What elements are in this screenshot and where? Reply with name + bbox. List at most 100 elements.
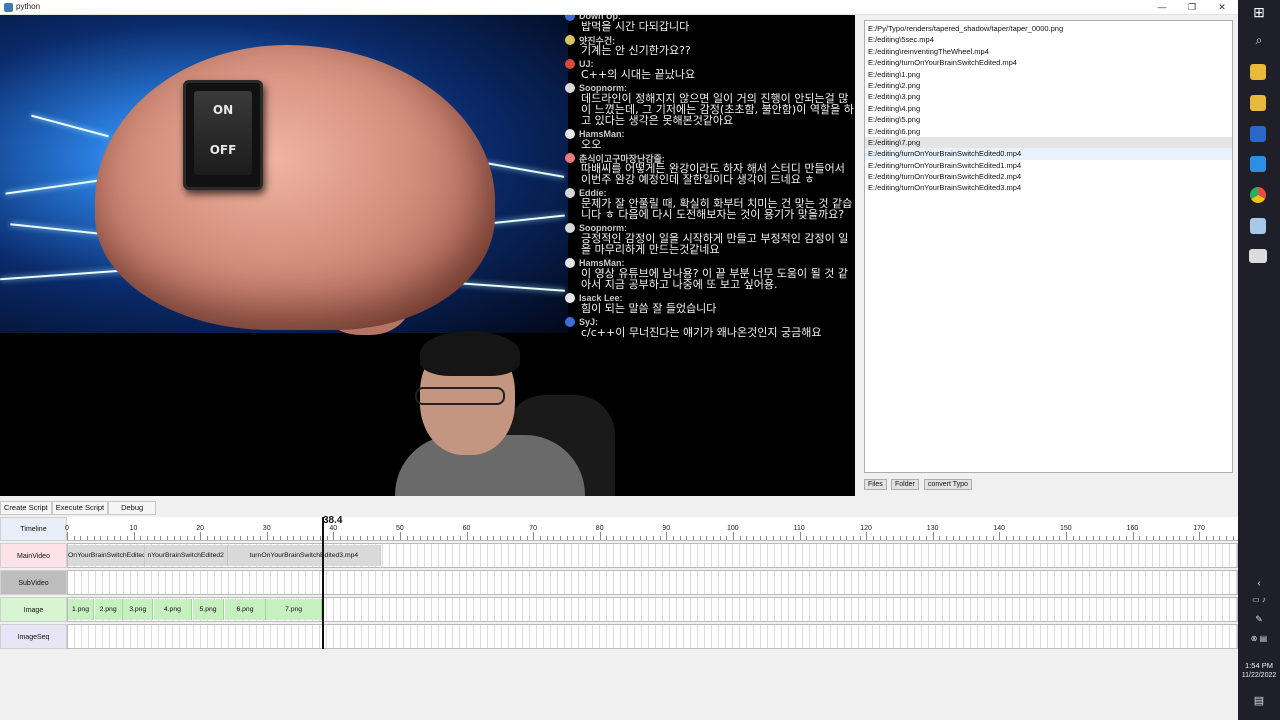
files-button[interactable]: Files	[864, 479, 887, 490]
ruler-tick	[832, 536, 834, 540]
file-list-item[interactable]: E:/editing/turnOnYourBrainSwitchEdited1.…	[865, 160, 1232, 171]
chat-text: 오오	[581, 138, 602, 151]
file-list-item[interactable]: E:/editing\5.png	[865, 114, 1232, 125]
file-list-item[interactable]: E:/editing/turnOnYourBrainSwitchEdited.m…	[865, 57, 1232, 68]
ruler-tick	[1159, 536, 1161, 540]
image-clip[interactable]: 7.png	[266, 599, 322, 620]
ruler-tick	[1105, 536, 1107, 540]
file-list-item[interactable]: E:/editing\3.png	[865, 91, 1232, 102]
file-list-item[interactable]: E:/editing/turnOnYourBrainSwitchEdited3.…	[865, 182, 1232, 193]
ruler-tick	[1125, 536, 1127, 540]
ruler-tick	[86, 536, 88, 540]
convert-typo-button[interactable]: convert Typo	[924, 479, 972, 490]
timeline-ruler[interactable]: 0 10 20 30 40 50 60 70 80 90 100 110 120 130 140 150 160…	[65, 517, 1261, 541]
powershell-icon[interactable]	[1250, 126, 1266, 142]
ruler-tick	[340, 536, 342, 540]
video-preview[interactable]: ON OFF Down Up: 밥먹을 시간 다되갑니다 얏진수건: 기계는 안 신기…	[0, 15, 855, 496]
vscode-icon[interactable]	[1250, 156, 1266, 172]
file-list-item[interactable]: E:/editing\5sec.mp4	[865, 34, 1232, 45]
pen-icon[interactable]: ✎	[1238, 614, 1280, 625]
tab-create-script[interactable]: Create Script	[0, 501, 52, 515]
chat-message: Isack Lee: 힘이 되는 말씀 잘 들었습니다	[565, 293, 855, 314]
ruler-tick	[120, 536, 122, 540]
close-icon[interactable]: ✕	[1215, 1, 1229, 13]
ruler-tick	[666, 532, 668, 540]
ruler-tick	[899, 536, 901, 540]
ruler-tick	[1012, 536, 1014, 540]
restore-icon[interactable]: ❐	[1185, 1, 1199, 13]
ruler-tick	[986, 536, 988, 540]
image-clip[interactable]: 3.png	[123, 599, 154, 620]
tab-execute-script[interactable]: Execute Script	[51, 501, 109, 515]
image-clip[interactable]: 5.png	[192, 599, 225, 620]
chrome-icon[interactable]	[1250, 187, 1266, 203]
chat-overlay: Down Up: 밥먹을 시간 다되갑니다 얏진수건: 기계는 안 신기한가요?? UJ…	[565, 15, 855, 411]
ruler-tick	[360, 536, 362, 540]
file-list[interactable]: E:/Py/Typo/renders/tapered_shadow/taper/…	[864, 20, 1233, 473]
image-clip[interactable]: 1.png	[68, 599, 94, 620]
chat-text: 밥먹을 시간 다되갑니다	[581, 20, 690, 33]
ruler-tick	[972, 536, 974, 540]
clock-time[interactable]: 1:54 PM	[1238, 661, 1280, 670]
ruler-tick	[786, 536, 788, 540]
ruler-tick	[240, 536, 242, 540]
image-clip[interactable]: 4.png	[153, 599, 192, 620]
chat-message: Soopnorm: 긍정적인 감정이 일을 시작하게 만들고 부정적인 감정이 일…	[565, 223, 855, 255]
file-explorer-icon[interactable]	[1250, 64, 1266, 80]
file-list-item[interactable]: E:/editing\7.png	[865, 136, 1232, 149]
timeline-editor[interactable]: Timeline 0 10 20 30 40 50 60 70 80 90 100 110 120 130…	[0, 515, 1261, 649]
ruler-tick	[433, 536, 435, 540]
window-titlebar[interactable]: python — ❐ ✕	[0, 0, 1238, 15]
ruler-tick	[67, 532, 68, 540]
file-list-item[interactable]: E:/editing\reinventingTheWheel.mp4	[865, 46, 1232, 57]
ruler-tick	[393, 536, 395, 540]
ruler-tick	[992, 536, 994, 540]
ruler-tick	[859, 536, 861, 540]
ruler-tick	[419, 536, 421, 540]
notifications-icon[interactable]: ▤	[1238, 694, 1280, 707]
file-list-item[interactable]: E:/editing/turnOnYourBrainSwitchEdited2.…	[865, 171, 1232, 182]
tray-icons[interactable]: ⊗ ▤	[1238, 634, 1280, 643]
file-list-item[interactable]: E:/editing/turnOnYourBrainSwitchEdited0.…	[865, 148, 1232, 160]
file-list-item[interactable]: E:/editing\4.png	[865, 103, 1232, 114]
chevron-up-icon[interactable]: ‹	[1238, 578, 1280, 589]
file-list-item[interactable]: E:/editing\6.png	[865, 126, 1232, 137]
ruler-tick	[499, 536, 501, 540]
video-clip[interactable]: turnOnYourBrainSwitchEdited3.mp4	[227, 545, 381, 566]
ruler-tick	[153, 536, 155, 540]
search-icon[interactable]: ⌕	[1238, 33, 1280, 48]
chat-text: 기계는 안 신기한가요??	[581, 44, 691, 57]
folder-icon[interactable]	[1250, 95, 1266, 111]
file-list-item[interactable]: E:/editing\2.png	[865, 80, 1232, 91]
video-clip[interactable]: OnYourBrainSwitchEdited	[68, 545, 145, 566]
video-clip[interactable]: nYourBrainSwitchEdited2	[144, 545, 228, 566]
chat-message: UJ: C++의 시대는 끝났나요	[565, 59, 855, 80]
track-subvideo[interactable]	[67, 570, 1238, 595]
ruler-tick	[1199, 532, 1201, 540]
minimize-icon[interactable]: —	[1155, 1, 1169, 13]
image-clip[interactable]: 6.png	[225, 599, 266, 620]
file-list-item[interactable]: E:/Py/Typo/renders/tapered_shadow/taper/…	[865, 23, 1232, 34]
windows-start-icon[interactable]: ⊞	[1238, 4, 1280, 21]
track-mainvideo[interactable]: OnYourBrainSwitchEdited nYourBrainSwitchE…	[67, 543, 1238, 568]
playhead[interactable]	[322, 517, 324, 649]
ruler-tick	[959, 536, 961, 540]
tab-debug[interactable]: Debug	[108, 501, 157, 515]
network-volume-icon[interactable]: ▭ ♪	[1238, 595, 1280, 604]
track-imageseq[interactable]	[67, 624, 1238, 649]
track-image[interactable]: 1.png 2.png 3.png 4.png 5.png 6.png 7.png	[67, 597, 1238, 622]
ruler-tick	[879, 536, 881, 540]
python-window-icon[interactable]	[1249, 249, 1267, 263]
ruler-tick	[679, 536, 681, 540]
ruler-tick	[160, 536, 162, 540]
ruler-tick	[999, 532, 1001, 540]
brain-switch: ON OFF	[183, 80, 263, 190]
image-clip[interactable]: 2.png	[94, 599, 123, 620]
folder-button[interactable]: Folder	[891, 479, 919, 490]
app-icon[interactable]	[1250, 218, 1266, 234]
ruler-tick	[839, 536, 841, 540]
ruler-tick	[1092, 536, 1094, 540]
clock-date[interactable]: 11/22/2022	[1238, 672, 1280, 679]
avatar-icon	[565, 35, 575, 45]
file-list-item[interactable]: E:/editing\1.png	[865, 69, 1232, 80]
